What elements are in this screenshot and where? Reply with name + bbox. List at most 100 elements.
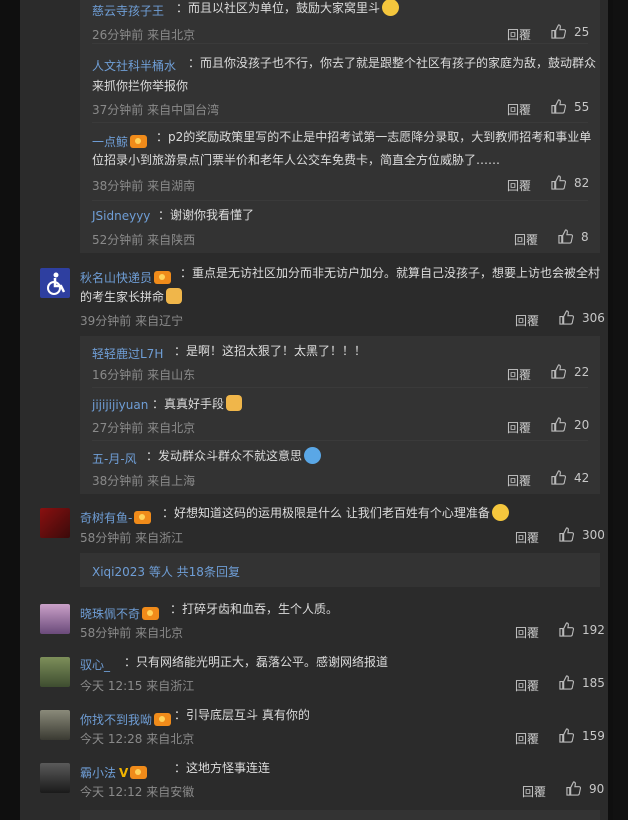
username-link[interactable]: 你找不到我呦 <box>80 713 152 727</box>
divider <box>92 43 588 44</box>
like-button[interactable]: 25 <box>551 24 589 39</box>
thumbs-up-emoji-icon <box>166 288 183 304</box>
avatar[interactable] <box>40 763 70 793</box>
reply-text-cont: 来抓你拦你举报你 <box>92 79 189 93</box>
comment-meta: 今天 12:15 来自浙江 <box>80 679 195 693</box>
like-button[interactable]: 55 <box>551 99 589 114</box>
reply-button[interactable]: 回覆 <box>507 26 531 43</box>
username-link[interactable]: 秋名山快递员 <box>80 271 152 285</box>
reply-text-cont: 位招录小到旅游景点门票半价和老年人公交车免费卡，简直全方位威胁了…… <box>92 153 501 167</box>
username-link[interactable]: 驭心_ <box>80 656 110 673</box>
like-count: 42 <box>574 470 590 485</box>
reply-button[interactable]: 回覆 <box>515 624 539 641</box>
reply-button[interactable]: 回覆 <box>507 177 531 194</box>
username-link[interactable]: 一点鲸 <box>92 135 128 149</box>
thumbs-up-icon <box>551 470 566 485</box>
thumbs-up-icon <box>558 229 573 244</box>
username-link[interactable]: 霸小法 <box>80 766 116 780</box>
like-button[interactable]: 90 <box>566 781 604 796</box>
thumbs-up-icon <box>551 99 566 114</box>
reply-button[interactable]: 回覆 <box>515 529 539 546</box>
like-button[interactable]: 82 <box>551 175 589 190</box>
wheelchair-icon <box>47 272 66 295</box>
comment-meta: 今天 12:28 来自北京 <box>80 732 195 746</box>
comment-meta: 58分钟前 来自浙江 <box>80 531 184 545</box>
username-link[interactable]: 奇树有鱼- <box>80 511 132 525</box>
comment-item: 秋名山快递员 ：重点是无访社区加分而非无访户加分。就算自己没孩子，想要上访也会被… <box>20 262 608 332</box>
divider <box>92 440 588 441</box>
like-button[interactable]: 159 <box>559 728 605 743</box>
username-link[interactable]: 慈云寺孩子王 <box>92 2 164 19</box>
like-button[interactable]: 20 <box>551 417 589 432</box>
username-link[interactable]: 人文社科半桶水 <box>92 57 176 74</box>
page-scrollbar[interactable] <box>613 0 628 820</box>
reply-button[interactable]: 回覆 <box>515 730 539 747</box>
like-count: 20 <box>574 417 590 432</box>
username-link[interactable]: jijijijiyuan <box>92 398 148 412</box>
reply-text: ：而且以社区为单位，鼓励大家窝里斗 <box>176 1 381 15</box>
username-link[interactable]: 晓珠佩不奇 <box>80 607 140 621</box>
reply-button[interactable]: 回覆 <box>507 366 531 383</box>
reply-text: ：p2的奖励政策里写的不止是中招考试第一志愿降分录取，大到教师招考和事业单 <box>156 130 592 144</box>
reply-meta: 16分钟前 来自山东 <box>92 368 196 382</box>
reply-text: ：谢谢你我看懂了 <box>158 208 255 222</box>
more-replies-bar[interactable]: Xiqi2023 等人 共18条回复 <box>80 553 600 587</box>
reply-meta: 27分钟前 来自北京 <box>92 421 196 435</box>
comment-text: ：引导底层互斗 真有你的 <box>174 708 310 722</box>
avatar[interactable] <box>40 508 70 538</box>
reply-button[interactable]: 回覆 <box>507 419 531 436</box>
thumbs-up-icon <box>551 175 566 190</box>
reply-button[interactable]: 回覆 <box>522 783 546 800</box>
vip-badge-icon <box>130 766 148 779</box>
like-count: 306 <box>582 310 605 325</box>
avatar[interactable] <box>40 268 70 298</box>
like-button[interactable]: 306 <box>559 310 605 325</box>
avatar[interactable] <box>40 710 70 740</box>
comment-text: ：这地方怪事连连 <box>174 761 271 775</box>
comment-page: 慈云寺孩子王 ：而且以社区为单位，鼓励大家窝里斗 26分钟前 来自北京 回覆 2… <box>20 0 608 820</box>
like-button[interactable]: 42 <box>551 470 589 485</box>
username-link[interactable]: 五-月-风 <box>92 450 137 467</box>
comment-meta: 58分钟前 来自北京 <box>80 626 184 640</box>
list-item: JSidneyyy ：谢谢你我看懂了 52分钟前 来自陕西 回覆 8 <box>92 206 592 250</box>
like-count: 82 <box>574 175 590 190</box>
like-button[interactable]: 22 <box>551 364 589 379</box>
reply-text: ：真真好手段 <box>152 397 225 411</box>
reply-button[interactable]: 回覆 <box>515 677 539 694</box>
like-count: 90 <box>589 781 605 796</box>
vip-badge-icon <box>130 135 148 148</box>
thumbs-up-icon <box>559 310 574 325</box>
like-button[interactable]: 300 <box>559 527 605 542</box>
thumbs-up-icon <box>551 364 566 379</box>
username-link[interactable]: 轻轻鹿过L7H <box>92 345 163 362</box>
reply-meta: 52分钟前 来自陕西 <box>92 233 196 247</box>
avatar[interactable] <box>40 604 70 634</box>
comment-text: ：重点是无访社区加分而非无访户加分。就算自己没孩子，想要上访也会被全村 <box>180 266 601 280</box>
list-item: jijijijiyuan ：真真好手段 27分钟前 来自北京 回覆 20 <box>92 394 592 438</box>
more-replies-link[interactable]: Xiqi2023 等人 共18条回复 <box>92 563 240 580</box>
emoji-icon <box>382 0 400 16</box>
reply-button[interactable]: 回覆 <box>514 231 538 248</box>
emoji-icon <box>491 504 509 521</box>
reply-button[interactable]: 回覆 <box>515 312 539 329</box>
reply-panel: 慈云寺孩子王 ：而且以社区为单位，鼓励大家窝里斗 26分钟前 来自北京 回覆 2… <box>80 0 600 253</box>
reply-button[interactable]: 回覆 <box>507 101 531 118</box>
thumbs-up-icon <box>559 622 574 637</box>
like-button[interactable]: 8 <box>558 229 589 244</box>
list-item: 人文社科半桶水 ：而且你没孩子也不行，你去了就是跟整个社区有孩子的家庭为敌，鼓动… <box>92 50 596 120</box>
comment-meta: 39分钟前 来自辽宁 <box>80 314 184 328</box>
avatar[interactable] <box>40 657 70 687</box>
comment-item: 你找不到我呦 ：引导底层互斗 真有你的 今天 12:28 来自北京 回覆 159 <box>20 704 608 752</box>
comment-text: ：只有网络能光明正大，磊落公平。感谢网络报道 <box>124 655 389 669</box>
comment-text: ：打碎牙齿和血吞，生个人质。 <box>170 602 339 616</box>
vip-badge-icon <box>154 713 172 726</box>
like-button[interactable]: 185 <box>559 675 605 690</box>
thumbs-up-icon <box>566 781 581 796</box>
thumbs-up-emoji-icon <box>226 395 243 411</box>
like-button[interactable]: 192 <box>559 622 605 637</box>
list-item: 五-月-风 ：发动群众斗群众不就这意思 38分钟前 来自上海 回覆 42 <box>92 447 592 491</box>
thumbs-up-icon <box>559 728 574 743</box>
reply-meta: 37分钟前 来自中国台湾 <box>92 103 220 117</box>
reply-button[interactable]: 回覆 <box>507 472 531 489</box>
username-link[interactable]: JSidneyyy <box>92 209 150 223</box>
